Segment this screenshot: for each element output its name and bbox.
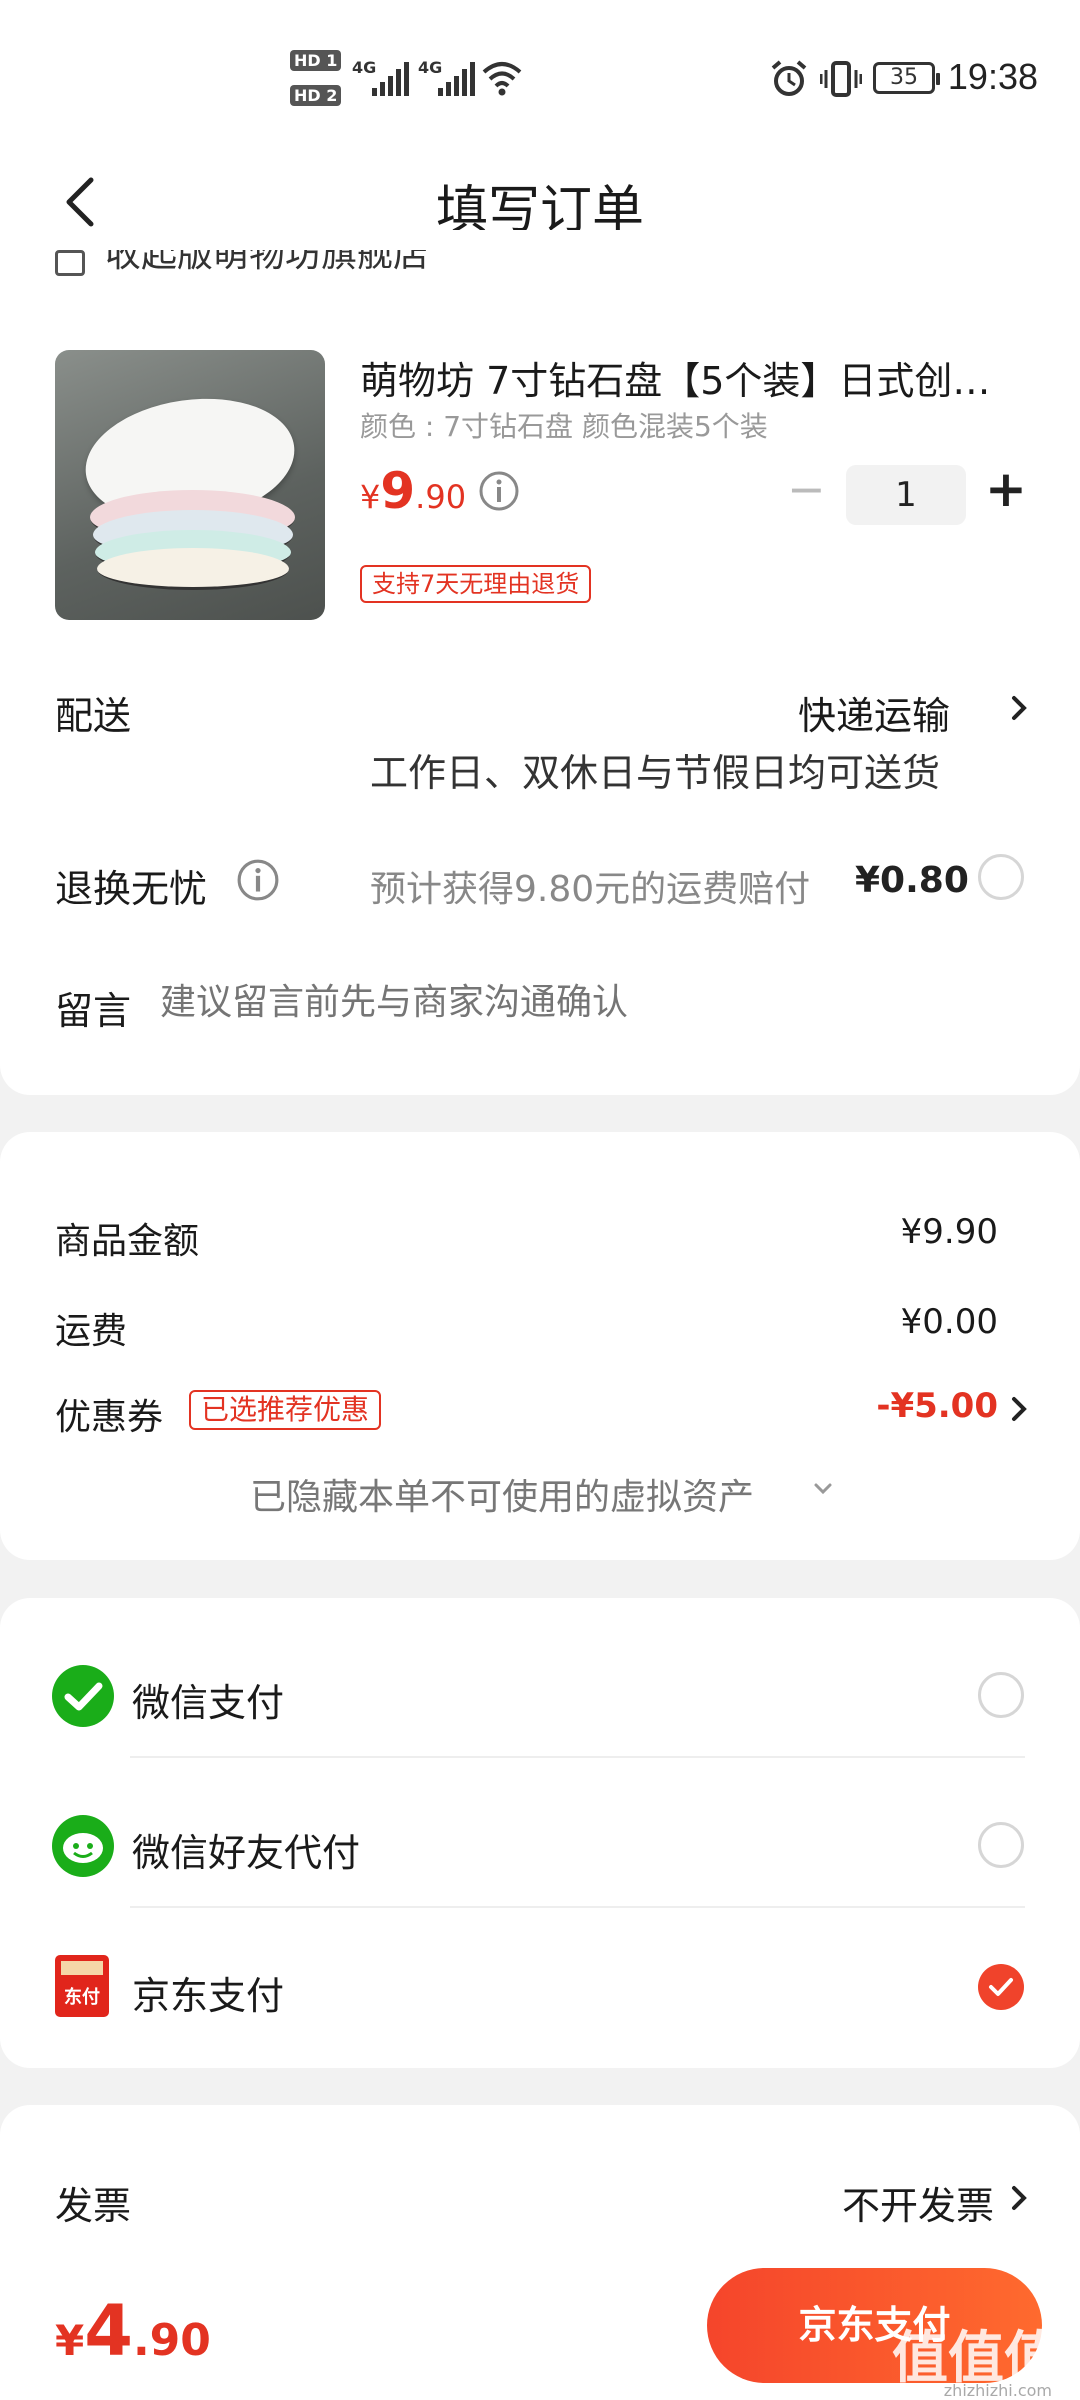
return-policy-tag: 支持7天无理由退货	[360, 565, 592, 603]
payment-option-jd[interactable]: 东付 京东支付	[0, 1940, 1080, 2050]
delivery-chevron-right-icon[interactable]	[1008, 692, 1030, 724]
return-insurance-desc: 预计获得9.80元的运费赔付	[370, 869, 811, 910]
coupon-value[interactable]: -¥5.00	[876, 1386, 998, 1426]
hd2-indicator: HD 2	[290, 85, 342, 106]
message-label: 留言	[55, 989, 132, 1033]
hd1-indicator: HD 1	[290, 50, 342, 71]
payment-radio-wechat[interactable]	[978, 1672, 1024, 1718]
payment-label-wechat-friend: 微信好友代付	[132, 1831, 361, 1875]
payment-label-wechat: 微信支付	[132, 1681, 285, 1725]
goods-amount-label: 商品金额	[55, 1221, 200, 1262]
delivery-note: 工作日、双休日与节假日均可送货	[370, 751, 941, 795]
chevron-down-icon[interactable]	[812, 1480, 834, 1498]
clock: 19:38	[947, 56, 1038, 97]
payment-radio-jd[interactable]	[978, 1964, 1024, 2010]
alarm-icon	[771, 60, 807, 96]
payment-radio-wechat-friend[interactable]	[978, 1822, 1024, 1868]
coupon-recommended-tag: 已选推荐优惠	[189, 1390, 382, 1430]
quantity-input[interactable]: 1	[846, 465, 966, 525]
checkout-bar: ¥4.90 京东支付 值值值 zhizhizhi.com	[0, 2250, 1080, 2400]
shipping-label: 运费	[55, 1311, 128, 1352]
signal-2-icon	[438, 62, 475, 96]
product-title[interactable]: 萌物坊 7寸钻石盘【5个装】日式创…	[360, 350, 990, 405]
return-insurance-label: 退换无忧	[55, 867, 208, 911]
invoice-value[interactable]: 不开发票	[842, 2175, 994, 2230]
payment-option-wechat[interactable]: 微信支付	[0, 1640, 1080, 1750]
return-insurance-radio[interactable]	[978, 854, 1024, 900]
invoice-label: 发票	[55, 2184, 132, 2228]
message-input[interactable]	[160, 972, 1020, 1032]
goods-amount-value: ¥9.90	[900, 1212, 998, 1252]
quantity-plus-button[interactable]: +	[985, 460, 1027, 518]
return-insurance-price: ¥0.80	[855, 860, 969, 901]
store-name-partial: 收起版萌物坊旗舰店	[55, 250, 429, 280]
battery-icon: 35	[873, 62, 940, 94]
payment-option-wechat-friend[interactable]: 微信好友代付	[0, 1790, 1080, 1900]
product-spec[interactable]: 颜色 : 7寸钻石盘 颜色混装5个装	[360, 405, 768, 445]
wechat-friend-pay-icon	[52, 1815, 114, 1877]
product-price: ¥9.90	[360, 462, 467, 520]
signal-1-icon	[372, 62, 409, 96]
delivery-label: 配送	[55, 694, 132, 738]
delivery-method[interactable]: 快递运输	[798, 685, 950, 740]
status-bar: HD 1 HD 2 4G 4G 35 19:38	[0, 0, 1080, 150]
wechat-pay-icon	[52, 1665, 114, 1727]
wifi-icon	[482, 62, 522, 96]
price-info-icon[interactable]	[478, 470, 520, 512]
total-price: ¥4.90	[55, 2290, 211, 2372]
vibrate-icon	[820, 61, 862, 97]
coupon-label: 优惠券	[55, 1397, 164, 1438]
invoice-chevron-right-icon[interactable]	[1008, 2182, 1030, 2214]
payment-label-jd: 京东支付	[132, 1974, 285, 2018]
product-image[interactable]	[55, 350, 325, 620]
watermark-site: zhizhizhi.com	[943, 2381, 1052, 2400]
quantity-minus-button[interactable]: −	[787, 462, 826, 516]
payment-divider	[130, 1906, 1025, 1908]
shipping-value: ¥0.00	[900, 1302, 998, 1342]
payment-divider	[130, 1756, 1025, 1758]
coupon-chevron-right-icon[interactable]	[1008, 1393, 1030, 1425]
return-insurance-info-icon[interactable]	[236, 858, 280, 902]
jd-pay-icon: 东付	[55, 1955, 109, 2017]
hidden-assets-toggle[interactable]: 已隐藏本单不可使用的虚拟资产	[250, 1468, 754, 1520]
